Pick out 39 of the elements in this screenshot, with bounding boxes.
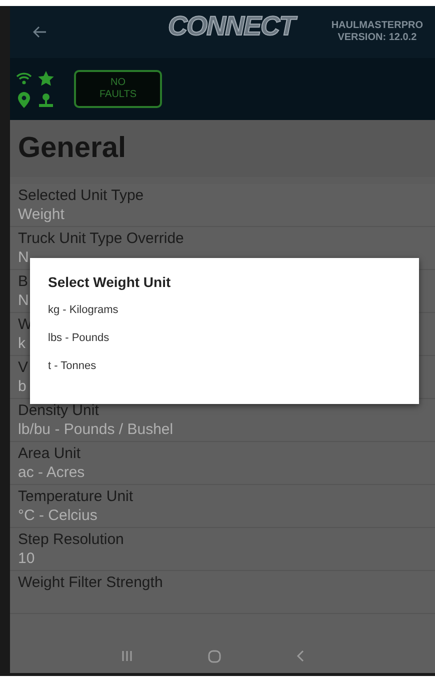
setting-label: B	[18, 272, 28, 291]
setting-value: ac - Acres	[18, 463, 85, 482]
setting-row[interactable]: Weight Filter Strength	[10, 571, 435, 614]
unit-option[interactable]: kg - Kilograms	[48, 304, 401, 332]
fault-status-badge[interactable]: NO FAULTS	[74, 70, 162, 108]
setting-value: Weight	[18, 205, 64, 224]
setting-label: Selected Unit Type	[18, 186, 144, 205]
unit-option[interactable]: lbs - Pounds	[48, 332, 401, 360]
app-name: HAULMASTERPRO	[331, 20, 423, 32]
setting-value: °C - Celcius	[18, 506, 98, 525]
setting-value: lb/bu - Pounds / Bushel	[18, 420, 174, 439]
setting-row[interactable]: Temperature Unit °C - Celcius	[10, 485, 435, 528]
setting-label: Step Resolution	[18, 530, 124, 549]
setting-value: b	[18, 377, 26, 396]
back-icon[interactable]	[296, 650, 304, 662]
setting-row[interactable]: Selected Unit Type Weight	[10, 184, 435, 227]
location-pin-icon	[18, 92, 30, 108]
person-icon	[39, 92, 53, 108]
back-arrow-icon[interactable]	[33, 26, 47, 38]
setting-label: Weight Filter Strength	[18, 573, 163, 592]
setting-value: 10	[18, 549, 35, 568]
unit-option[interactable]: t - Tonnes	[48, 360, 401, 388]
page-title: General	[18, 132, 126, 165]
setting-label: V	[18, 358, 28, 377]
setting-label: Temperature Unit	[18, 487, 134, 506]
setting-row[interactable]: Area Unit ac - Acres	[10, 442, 435, 485]
setting-label: Truck Unit Type Override	[18, 229, 184, 248]
dialog-title: Select Weight Unit	[48, 274, 172, 290]
home-icon[interactable]	[208, 650, 221, 662]
setting-value: N	[18, 291, 29, 310]
wifi-icon	[16, 72, 32, 84]
setting-value: N	[18, 248, 29, 267]
star-icon	[38, 70, 54, 86]
version-label: VERSION: 12.0.2	[338, 32, 417, 44]
recent-apps-icon[interactable]	[121, 650, 133, 662]
setting-label: Area Unit	[18, 444, 81, 463]
setting-label: Density Unit	[18, 401, 99, 420]
setting-value: k	[18, 334, 26, 353]
setting-row[interactable]: Step Resolution 10	[10, 528, 435, 571]
